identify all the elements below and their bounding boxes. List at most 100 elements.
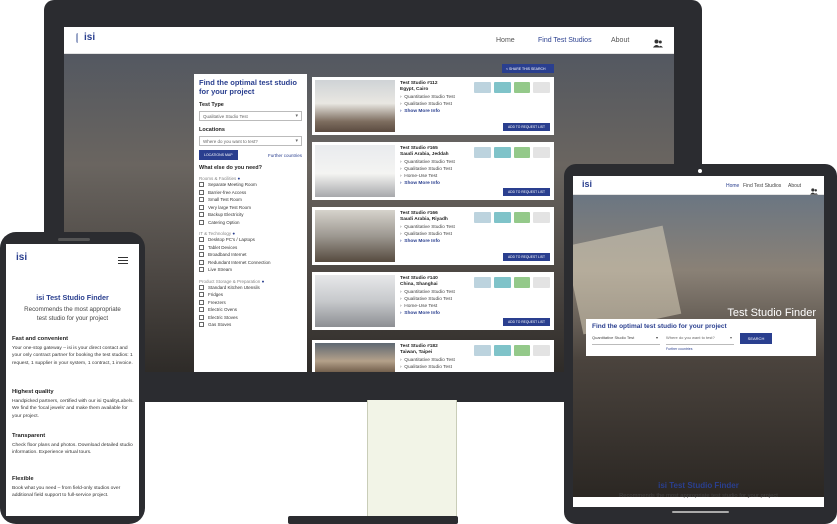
checkbox-icon xyxy=(199,259,204,265)
category-name: Rooms & Facilities xyxy=(199,176,237,181)
isi-logo[interactable]: isi xyxy=(16,252,27,263)
locations-select[interactable]: Where do you want to test? ▾ xyxy=(199,136,302,146)
checkbox-icon xyxy=(199,197,204,203)
filter-checkbox[interactable]: Desktop PC's / Laptops xyxy=(199,236,302,244)
studio-title: Test Studio #182 xyxy=(400,344,438,349)
tablet-test-type-value: Quantitative Studio Test xyxy=(592,335,635,340)
phone-title: isi Test Studio Finder xyxy=(36,293,109,302)
filter-checkbox[interactable]: Standard Kitchen Utensils xyxy=(199,284,302,292)
filter-checkbox[interactable]: Gas Stoves xyxy=(199,321,302,329)
category-name: Product Storage & Preparation xyxy=(199,278,261,284)
feature-heading: Highest quality xyxy=(12,389,54,395)
quality-seal-icon xyxy=(533,82,550,93)
hamburger-menu-icon[interactable] xyxy=(118,257,128,264)
info-icon[interactable]: ● xyxy=(238,176,241,181)
phone-screen: isi isi Test Studio Finder Recommends th… xyxy=(6,244,139,516)
filter-checkbox[interactable]: Freezers xyxy=(199,299,302,307)
quality-seal-icon xyxy=(493,82,511,93)
info-icon[interactable]: ● xyxy=(262,279,265,284)
checkbox-icon xyxy=(199,237,204,243)
checkbox-icon xyxy=(199,244,204,250)
studio-card[interactable]: Test Studio #165 Saudi Arabia, Jeddah › Q… xyxy=(312,142,554,200)
nav-find-test-studios[interactable]: Find Test Studios xyxy=(538,37,592,44)
filter-checkbox[interactable]: Electric Stoves xyxy=(199,314,302,322)
info-icon[interactable]: ● xyxy=(232,231,235,236)
phone-speaker xyxy=(58,238,90,241)
tablet-test-type-select[interactable]: Quantitative Studio Test ▾ xyxy=(592,335,660,345)
filter-checkbox[interactable]: Electric Ovens xyxy=(199,306,302,314)
studio-feature-text: Quantitative Studio Test xyxy=(404,160,455,165)
show-more-link[interactable]: › Show More Info xyxy=(400,109,440,114)
studio-photo[interactable] xyxy=(315,80,395,132)
studio-title: Test Studio #112 xyxy=(400,81,438,86)
studio-card[interactable]: Test Studio #112 Egypt, Cairo › Quantitat… xyxy=(312,77,554,135)
filter-checkbox[interactable]: Small Test Room xyxy=(199,196,302,204)
studio-photo[interactable] xyxy=(315,145,395,197)
tablet-screen: Test Studio Finder isi Home Find Test St… xyxy=(573,176,824,507)
studio-card[interactable]: Test Studio #166 Saudi Arabia, Riyadh › Q… xyxy=(312,207,554,265)
show-more-link[interactable]: › Show More Info xyxy=(400,311,440,316)
studio-card[interactable]: Test Studio #182 Taiwan, Taipei › Quantit… xyxy=(312,340,554,372)
locations-map-button[interactable]: LOCATIONS MAP xyxy=(199,150,238,160)
studio-feature: › Quantitative Studio Test xyxy=(400,225,455,230)
filter-checkbox[interactable]: Barrier-free Access xyxy=(199,189,302,197)
checkbox-icon xyxy=(199,219,204,225)
studio-feature: › Quantitative Studio Test xyxy=(400,358,455,363)
isi-logo[interactable]: isi xyxy=(76,31,98,50)
show-more-text: Show More Info xyxy=(404,239,440,244)
filter-checkbox[interactable]: Tablet Devices xyxy=(199,244,302,252)
quality-seal-icon xyxy=(474,345,491,356)
nav-about[interactable]: About xyxy=(611,37,629,44)
show-more-link[interactable]: › Show More Info xyxy=(400,181,440,186)
filter-checkbox[interactable]: Redundant Internet Connection xyxy=(199,259,302,267)
filter-checkbox[interactable]: Separate Meeting Room xyxy=(199,181,302,189)
add-to-request-button[interactable]: ADD TO REQUEST LIST xyxy=(502,123,550,131)
share-search-button[interactable]: < SHARE THIS SEARCH xyxy=(502,64,554,73)
isi-logo[interactable]: isi xyxy=(582,179,592,189)
filter-checkbox[interactable]: Fridges xyxy=(199,291,302,299)
tablet-finder-heading: Find the optimal test studio for your pr… xyxy=(592,323,727,330)
checkbox-label: Tablet Devices xyxy=(208,244,238,250)
tablet-finder-box: Find the optimal test studio for your pr… xyxy=(586,319,816,356)
checkbox-label: Standard Kitchen Utensils xyxy=(208,284,260,290)
user-group-icon[interactable] xyxy=(810,182,818,200)
phone-subtitle: Recommends the most appropriate test stu… xyxy=(24,306,121,322)
test-type-select[interactable]: Qualitative Studio Test ▾ xyxy=(199,111,302,121)
add-to-request-button[interactable]: ADD TO REQUEST LIST xyxy=(502,318,550,326)
tablet-location-input[interactable]: Where do you want to test? ▾ xyxy=(666,335,734,345)
nav-home[interactable]: Home xyxy=(726,183,739,189)
add-to-request-button[interactable]: ADD TO REQUEST LIST xyxy=(502,188,550,196)
quality-seals xyxy=(474,345,550,357)
filter-checkbox[interactable]: Backup Electricity xyxy=(199,211,302,219)
studio-photo[interactable] xyxy=(315,275,395,327)
filter-checkbox[interactable]: Live Stream xyxy=(199,266,302,274)
filter-checkbox[interactable]: Very large Test Room xyxy=(199,204,302,212)
chevron-down-icon: ▾ xyxy=(295,138,298,144)
nav-home[interactable]: Home xyxy=(496,37,515,44)
filter-checkbox[interactable]: Catering Option xyxy=(199,219,302,227)
quality-seals xyxy=(474,82,550,94)
studio-feature-text: Qualitative Studio Test xyxy=(404,365,452,370)
show-more-text: Show More Info xyxy=(404,109,440,114)
studio-card[interactable]: Test Studio #140 China, Shanghai › Quanti… xyxy=(312,272,554,330)
add-to-request-button[interactable]: ADD TO REQUEST LIST xyxy=(502,253,550,261)
studio-photo[interactable] xyxy=(315,210,395,262)
show-more-text: Show More Info xyxy=(404,311,440,316)
nav-about[interactable]: About xyxy=(788,183,801,189)
filter-checkbox[interactable]: Broadband Internet xyxy=(199,251,302,259)
tablet-further-countries-link[interactable]: Further countries xyxy=(666,347,692,351)
checkbox-label: Freezers xyxy=(208,299,226,305)
quality-seal-icon xyxy=(513,147,531,158)
user-group-icon[interactable] xyxy=(653,35,663,53)
tablet-search-button[interactable]: SEARCH xyxy=(740,333,772,344)
nav-find-test-studios[interactable]: Find Test Studios xyxy=(743,183,781,189)
quality-seal-icon xyxy=(474,147,491,158)
checkbox-label: Catering Option xyxy=(208,219,240,225)
show-more-link[interactable]: › Show More Info xyxy=(400,239,440,244)
quality-seal-icon xyxy=(474,82,491,93)
quality-seal-icon xyxy=(513,345,531,356)
quality-seal-icon xyxy=(474,277,491,288)
further-countries-link[interactable]: Further countries xyxy=(268,153,302,158)
checkbox-icon xyxy=(199,182,204,188)
studio-photo[interactable] xyxy=(315,343,395,372)
